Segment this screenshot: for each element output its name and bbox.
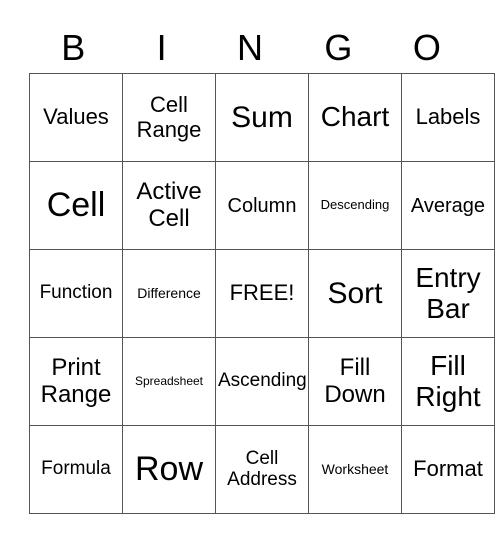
cell-label: Spreadsheet — [134, 373, 204, 388]
bingo-cell[interactable]: Labels — [401, 73, 495, 162]
cell-label: Fill Right — [415, 349, 481, 412]
header-letter-b: B — [61, 27, 86, 68]
bingo-cell[interactable]: Cell — [29, 161, 123, 250]
board-row: Formula Row Cell Address Worksheet Format — [29, 425, 495, 514]
cell-label: Cell Address — [227, 447, 297, 490]
bingo-cell[interactable]: Formula — [29, 425, 123, 514]
bingo-cell[interactable]: Worksheet — [308, 425, 402, 514]
bingo-cell[interactable]: Column — [215, 161, 309, 250]
board-row: Print Range Spreadsheet Ascending Fill Down… — [29, 337, 495, 426]
cell-label: Sort — [327, 277, 383, 310]
bingo-cell[interactable]: Sum — [215, 73, 309, 162]
bingo-cell[interactable]: Spreadsheet — [122, 337, 216, 426]
bingo-cell[interactable]: Ascending — [215, 337, 309, 426]
bingo-cell[interactable]: Entry Bar — [401, 249, 495, 338]
bingo-cell[interactable]: Function — [29, 249, 123, 338]
cell-label: Labels — [415, 104, 481, 130]
cell-label: Print Range — [40, 354, 112, 408]
bingo-cell[interactable]: Cell Address — [215, 425, 309, 514]
bingo-cell[interactable]: Chart — [308, 73, 402, 162]
bingo-cell[interactable]: Difference — [122, 249, 216, 338]
bingo-cell[interactable]: Fill Right — [401, 337, 495, 426]
cell-label: FREE! — [229, 280, 295, 306]
header-letter-g: G — [324, 27, 353, 68]
bingo-cell[interactable]: Row — [122, 425, 216, 514]
bingo-cell[interactable]: Sort — [308, 249, 402, 338]
header-letter-n: N — [237, 27, 264, 68]
cell-label: Entry Bar — [415, 261, 481, 324]
bingo-cell[interactable]: Cell Range — [122, 73, 216, 162]
bingo-board: Values Cell Range Sum Chart Labels Cell Active… — [29, 73, 495, 514]
header-letter-i: I — [156, 27, 167, 68]
bingo-header: B I N G O — [29, 22, 471, 74]
bingo-cell[interactable]: Fill Down — [308, 337, 402, 426]
bingo-cell[interactable]: Descending — [308, 161, 402, 250]
cell-label: Function — [39, 282, 113, 304]
cell-label: Fill Down — [324, 354, 386, 408]
bingo-cell[interactable]: Format — [401, 425, 495, 514]
cell-label: Worksheet — [321, 460, 389, 477]
cell-label: Format — [413, 456, 483, 482]
cell-label: Descending — [320, 197, 390, 213]
bingo-cell[interactable]: Values — [29, 73, 123, 162]
cell-label: Average — [410, 194, 486, 217]
cell-label: Formula — [41, 458, 111, 480]
cell-label: Cell — [46, 185, 106, 224]
cell-label: Row — [134, 449, 204, 488]
board-row: Values Cell Range Sum Chart Labels — [29, 73, 495, 162]
bingo-cell[interactable]: Average — [401, 161, 495, 250]
cell-label: Cell Range — [136, 92, 202, 142]
free-space-cell[interactable]: FREE! — [215, 249, 309, 338]
board-row: Function Difference FREE! Sort Entry Bar — [29, 249, 495, 338]
board-row: Cell Active Cell Column Descending Average — [29, 161, 495, 250]
cell-label: Ascending — [218, 370, 307, 392]
cell-label: Chart — [320, 101, 390, 133]
bingo-cell[interactable]: Active Cell — [122, 161, 216, 250]
bingo-cell[interactable]: Print Range — [29, 337, 123, 426]
cell-label: Column — [227, 194, 297, 217]
cell-label: Active Cell — [136, 178, 202, 232]
cell-label: Difference — [137, 284, 201, 301]
cell-label: Values — [43, 104, 109, 130]
header-letter-o: O — [412, 27, 441, 68]
cell-label: Sum — [231, 101, 293, 134]
